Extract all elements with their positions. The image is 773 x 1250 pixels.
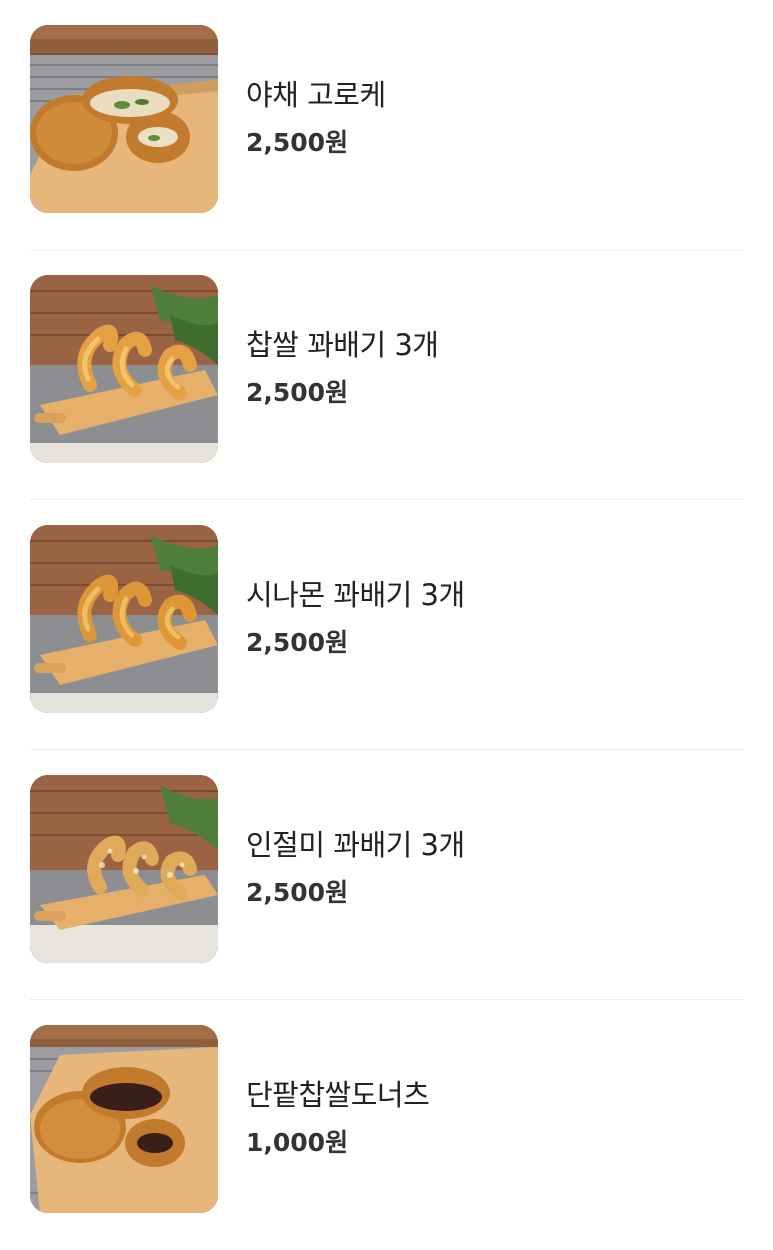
item-name: 야채 고로케 [246,78,386,112]
cinnamon-twisted-donut-photo [30,525,218,713]
item-price: 2,500원 [246,128,349,157]
item-name: 인절미 꽈배기 3개 [246,828,465,862]
item-name: 시나몬 꽈배기 3개 [246,578,465,612]
injeolmi-twisted-donut-photo [30,775,218,963]
menu-list: 야채 고로케 2,500원 찹쌀 꽈배기 3개 2,500원 시나몬 꽈배기 3… [0,0,773,1237]
item-price: 1,000원 [246,1128,349,1157]
menu-item-vegetable-croquette[interactable]: 야채 고로케 2,500원 [30,0,744,250]
item-price: 2,500원 [246,378,349,407]
item-price: 2,500원 [246,878,349,907]
menu-item-glutinous-rice-twisted-donut[interactable]: 찹쌀 꽈배기 3개 2,500원 [30,250,744,500]
item-price: 2,500원 [246,628,349,657]
menu-item-red-bean-rice-donut[interactable]: 단팥찹쌀도너츠 1,000원 [30,1000,744,1250]
menu-item-injeolmi-twisted-donut[interactable]: 인절미 꽈배기 3개 2,500원 [30,750,744,1000]
menu-item-cinnamon-twisted-donut[interactable]: 시나몬 꽈배기 3개 2,500원 [30,500,744,750]
glutinous-rice-twisted-donut-photo [30,275,218,463]
red-bean-rice-donut-photo [30,1025,218,1213]
vegetable-croquette-photo [30,25,218,213]
item-name: 단팥찹쌀도너츠 [246,1078,430,1112]
item-name: 찹쌀 꽈배기 3개 [246,328,439,362]
